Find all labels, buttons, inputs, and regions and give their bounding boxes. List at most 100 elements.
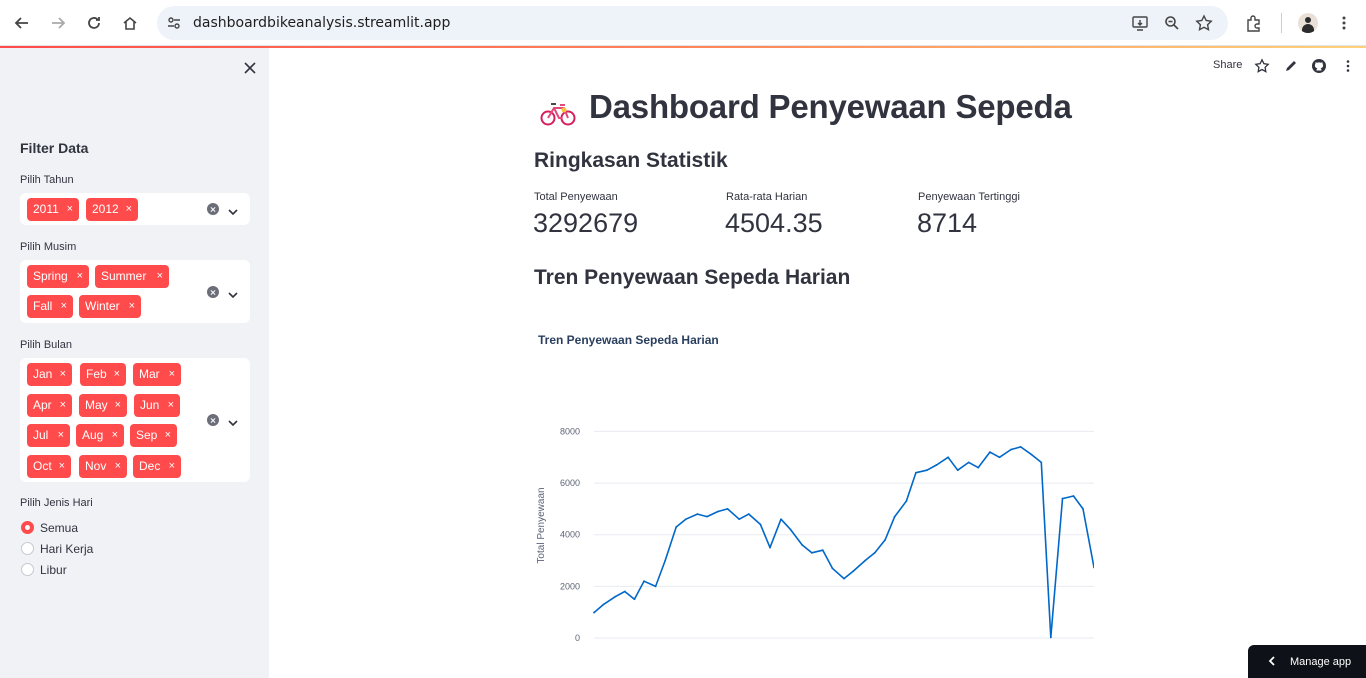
clear-all-icon[interactable] [207, 286, 219, 298]
data-point [988, 451, 991, 453]
y-tick-label: 0 [575, 633, 580, 643]
data-point [684, 518, 687, 521]
address-bar[interactable]: dashboardbikeanalysis.streamlit.app [157, 6, 1228, 40]
tag-remove-icon[interactable]: × [112, 424, 118, 447]
tag-remove-icon[interactable]: × [61, 295, 67, 318]
tag-remove-icon[interactable]: × [60, 394, 66, 417]
close-sidebar-icon[interactable] [242, 60, 258, 76]
clear-all-icon[interactable] [207, 414, 219, 426]
year-tag[interactable]: 2011 × [27, 198, 79, 221]
radio-hari-kerja[interactable] [21, 542, 34, 555]
data-point [801, 544, 804, 546]
home-icon[interactable] [118, 11, 142, 35]
extensions-icon[interactable] [1242, 11, 1266, 35]
back-icon[interactable] [10, 11, 34, 35]
month-tag[interactable]: Jan × [27, 363, 72, 386]
tag-remove-icon[interactable]: × [169, 455, 175, 478]
data-point [1030, 453, 1033, 456]
chart-svg[interactable]: 02000400060008000Jan 2011Apr 2011Jul 201… [534, 328, 1094, 648]
radio-label-libur[interactable]: Libur [40, 563, 67, 577]
data-point [810, 551, 813, 554]
month-tag[interactable]: Jun × [134, 394, 180, 417]
month-tag[interactable]: Feb × [80, 363, 126, 386]
clear-all-icon[interactable] [207, 203, 219, 215]
month-tag[interactable]: Nov × [79, 455, 127, 478]
metric-label-average: Rata-rata Harian [726, 191, 808, 203]
radio-label-semua[interactable]: Semua [40, 521, 78, 535]
data-point [664, 559, 667, 562]
year-multiselect[interactable]: 2011 × 2012 × [20, 193, 250, 225]
tag-remove-icon[interactable]: × [126, 198, 132, 221]
toolbar-divider [1281, 13, 1282, 33]
month-label: Pilih Bulan [20, 339, 72, 351]
month-tag[interactable]: Aug × [76, 424, 124, 447]
trend-chart[interactable]: Tren Penyewaan Sepeda Harian 0 2000 4000 60… [534, 328, 1094, 648]
year-tag[interactable]: 2012 × [86, 198, 138, 221]
season-tag[interactable]: Spring × [27, 265, 89, 288]
data-point [852, 569, 855, 572]
season-tag[interactable]: Summer × [95, 265, 169, 288]
tag-remove-icon[interactable]: × [168, 394, 174, 417]
month-tag[interactable]: Dec × [133, 455, 181, 478]
data-point [780, 518, 782, 521]
chevron-down-icon[interactable] [228, 415, 238, 427]
data-point [831, 567, 834, 570]
month-tag[interactable]: Sep × [130, 424, 177, 447]
forward-icon[interactable] [46, 11, 70, 35]
install-icon[interactable] [1131, 14, 1149, 32]
site-settings-icon[interactable] [165, 14, 183, 32]
data-point [789, 528, 792, 531]
zoom-icon[interactable] [1163, 14, 1181, 32]
data-point [947, 456, 950, 459]
manage-app-button[interactable]: Manage app [1248, 645, 1366, 678]
data-point [967, 461, 970, 464]
summary-heading: Ringkasan Statistik [534, 149, 728, 172]
metric-label-total: Total Penyewaan [534, 191, 618, 203]
menu-kebab-icon[interactable] [1340, 58, 1356, 74]
tag-remove-icon[interactable]: × [114, 363, 120, 386]
data-point [884, 538, 886, 541]
season-multiselect[interactable]: Spring × Summer × Fall × Winter × [20, 260, 250, 323]
radio-libur[interactable] [21, 563, 34, 576]
reload-icon[interactable] [82, 11, 106, 35]
tag-remove-icon[interactable]: × [60, 363, 66, 386]
profile-avatar[interactable] [1298, 13, 1318, 33]
data-point [1049, 636, 1052, 639]
tag-remove-icon[interactable]: × [129, 295, 135, 318]
month-tag[interactable]: Mar × [133, 363, 181, 386]
season-tag[interactable]: Winter × [79, 295, 141, 318]
radio-semua[interactable] [21, 521, 34, 534]
tag-remove-icon[interactable]: × [59, 455, 65, 478]
chevron-down-icon[interactable] [228, 204, 238, 216]
tag-remove-icon[interactable]: × [115, 455, 121, 478]
github-icon[interactable] [1311, 58, 1327, 74]
month-tag[interactable]: Jul × [27, 424, 70, 447]
data-point [1019, 446, 1022, 448]
metric-value-total: 3292679 [533, 208, 639, 238]
tag-remove-icon[interactable]: × [157, 265, 163, 288]
bookmark-star-icon[interactable] [1195, 14, 1213, 32]
browser-toolbar: dashboardbikeanalysis.streamlit.app [0, 0, 1366, 46]
url-text[interactable]: dashboardbikeanalysis.streamlit.app [193, 15, 450, 31]
month-tag[interactable]: Oct × [27, 455, 71, 478]
month-multiselect[interactable]: Jan × Feb × Mar × Apr × May × Jun × Jul × Aug × … [20, 358, 250, 482]
season-tag[interactable]: Fall × [27, 295, 73, 318]
data-point [614, 595, 617, 598]
tag-remove-icon[interactable]: × [115, 394, 121, 417]
menu-kebab-icon[interactable] [1332, 11, 1356, 35]
tag-remove-icon[interactable]: × [165, 424, 171, 447]
tag-remove-icon[interactable]: × [169, 363, 175, 386]
edit-pencil-icon[interactable] [1283, 58, 1299, 74]
radio-label-hari-kerja[interactable]: Hari Kerja [40, 542, 93, 556]
data-point [769, 546, 771, 549]
chevron-down-icon[interactable] [228, 287, 238, 299]
star-icon[interactable] [1254, 58, 1270, 74]
data-point [935, 464, 938, 466]
data-point [915, 471, 917, 474]
month-tag[interactable]: May × [79, 394, 127, 417]
tag-remove-icon[interactable]: × [77, 265, 83, 288]
tag-remove-icon[interactable]: × [67, 198, 73, 221]
month-tag[interactable]: Apr × [27, 394, 72, 417]
share-button[interactable]: Share [1213, 59, 1242, 71]
tag-remove-icon[interactable]: × [58, 424, 64, 447]
